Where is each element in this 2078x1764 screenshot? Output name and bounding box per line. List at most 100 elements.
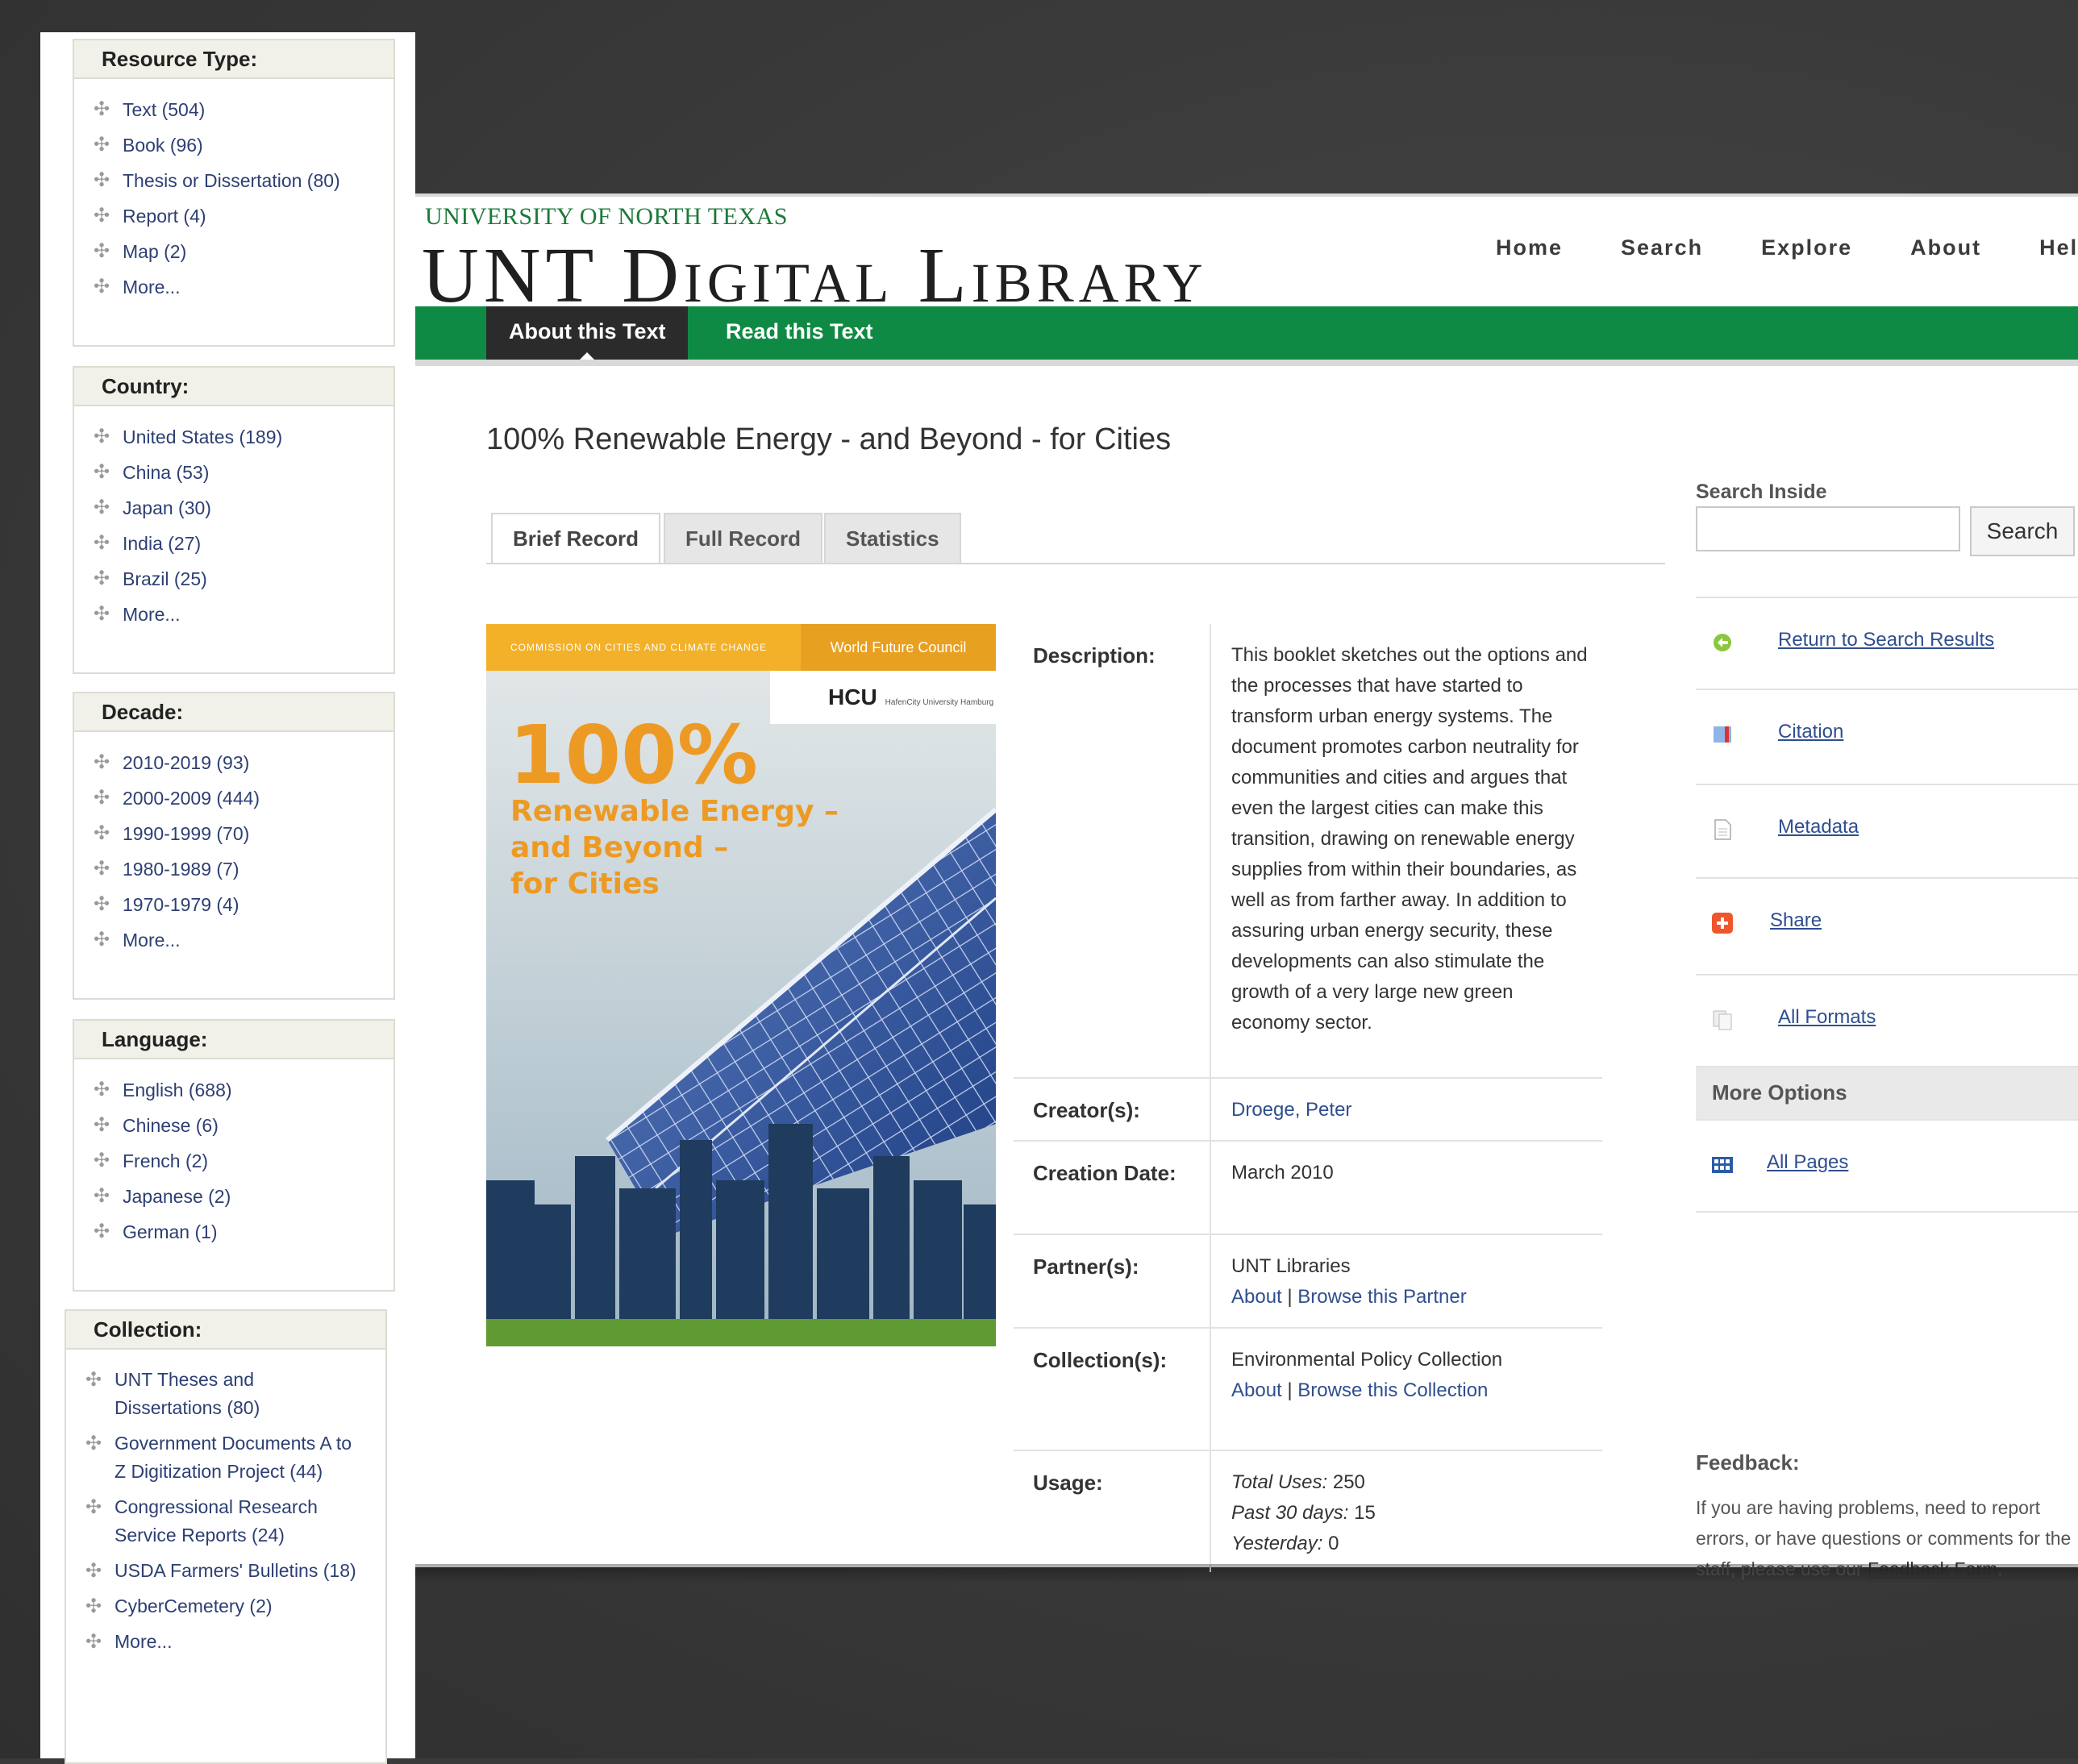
plus-icon: ✣ — [94, 1185, 110, 1207]
facet-country: Country: ✣ United States (189) ✣ China (53… — [73, 366, 395, 674]
plus-icon: ✣ — [94, 134, 110, 156]
plus-icon: ✣ — [94, 1150, 110, 1171]
browse-collection-link[interactable]: Browse this Collection — [1297, 1379, 1488, 1401]
cover-band-text: COMMISSION ON CITIES AND CLIMATE CHANGE — [510, 642, 768, 653]
facet-item[interactable]: ✣ 2010-2019 (93) — [74, 748, 394, 777]
facet-more-link[interactable]: ✣ More... — [74, 273, 394, 302]
facet-item[interactable]: ✣ Government Documents A to Z Digitizatio… — [66, 1429, 385, 1486]
separator: | — [1287, 1286, 1293, 1308]
document-icon — [1714, 819, 1731, 840]
collection-value: Environmental Policy Collection — [1231, 1349, 1503, 1371]
row-partner: Partner(s): UNT Libraries About | Browse… — [1014, 1235, 1602, 1329]
facet-item[interactable]: ✣ 1970-1979 (4) — [74, 890, 394, 919]
all-pages-link[interactable]: All Pages — [1696, 1121, 2078, 1213]
share-link[interactable]: Share — [1696, 879, 2078, 976]
item-subnav: About this Text Read this Text — [415, 306, 2078, 360]
facet-item[interactable]: ✣ 2000-2009 (444) — [74, 784, 394, 813]
creation-date-value: March 2010 — [1210, 1142, 1602, 1234]
plus-icon: ✣ — [94, 1079, 110, 1100]
facet-item[interactable]: ✣ French (2) — [74, 1146, 394, 1175]
description-value: This booklet sketches out the options an… — [1210, 624, 1602, 1077]
plus-icon: ✣ — [94, 240, 110, 262]
facet-language: Language: ✣ English (688) ✣ Chinese (6) ✣ F… — [73, 1019, 395, 1292]
plus-icon: ✣ — [94, 787, 110, 809]
facet-item[interactable]: ✣ USDA Farmers' Bulletins (18) — [66, 1557, 385, 1585]
facet-item[interactable]: ✣ English (688) — [74, 1075, 394, 1105]
facet-item[interactable]: ✣ CyberCemetery (2) — [66, 1592, 385, 1620]
facet-item[interactable]: ✣ Chinese (6) — [74, 1111, 394, 1140]
metadata-link[interactable]: Metadata — [1696, 785, 2078, 879]
creator-link[interactable]: Droege, Peter — [1231, 1099, 1351, 1121]
tab-full-record[interactable]: Full Record — [664, 513, 823, 564]
nav-explore[interactable]: Explore — [1761, 235, 1852, 260]
search-inside-input[interactable] — [1696, 506, 1960, 551]
return-to-results-link[interactable]: Return to Search Results — [1696, 598, 2078, 690]
row-description: Description: This booklet sketches out t… — [1014, 624, 1602, 1079]
facet-item[interactable]: ✣ 1990-1999 (70) — [74, 819, 394, 848]
facet-item[interactable]: ✣ 1980-1989 (7) — [74, 855, 394, 884]
nav-home[interactable]: Home — [1496, 235, 1563, 260]
row-usage: Usage: Total Uses: 250 Past 30 days: 15 … — [1014, 1451, 1602, 1572]
facet-more-link[interactable]: ✣ More... — [74, 600, 394, 629]
facet-item[interactable]: ✣ German (1) — [74, 1217, 394, 1246]
cover-wfc-logo: World Future Council — [801, 624, 996, 671]
cover-thumbnail[interactable]: COMMISSION ON CITIES AND CLIMATE CHANGE … — [486, 624, 996, 1346]
tab-brief-record[interactable]: Brief Record — [491, 513, 661, 564]
search-inside-button[interactable]: Search — [1970, 506, 2075, 556]
plus-icon: ✣ — [94, 893, 110, 915]
row-creator: Creator(s): Droege, Peter — [1014, 1079, 1602, 1142]
facet-title: Language: — [74, 1021, 394, 1059]
plus-icon: ✣ — [94, 751, 110, 773]
partner-label: Partner(s): — [1033, 1254, 1139, 1279]
feedback-heading: Feedback: — [1696, 1450, 1800, 1475]
row-collection: Collection(s): Environmental Policy Coll… — [1014, 1329, 1602, 1451]
row-creation-date: Creation Date: March 2010 — [1014, 1142, 1602, 1235]
partner-about-link[interactable]: About — [1231, 1286, 1282, 1308]
facet-item[interactable]: ✣ Japan (30) — [74, 493, 394, 522]
facet-title: Decade: — [74, 693, 394, 732]
facet-item[interactable]: ✣ UNT Theses and Dissertations (80) — [66, 1366, 385, 1422]
nav-about[interactable]: About — [1910, 235, 1981, 260]
facet-item[interactable]: ✣ Text (504) — [74, 95, 394, 124]
facet-resource-type: Resource Type: ✣ Text (504) ✣ Book (96) ✣ T… — [73, 39, 395, 347]
plus-icon: ✣ — [94, 858, 110, 880]
university-name: UNIVERSITY OF NORTH TEXAS — [425, 203, 788, 230]
tab-statistics[interactable]: Statistics — [824, 513, 961, 564]
cover-hcu-logo: HCU HafenCity University Hamburg — [770, 671, 996, 724]
creator-label: Creator(s): — [1033, 1098, 1140, 1122]
record-page: UNIVERSITY OF NORTH TEXAS UNT Digital Li… — [415, 193, 2078, 1579]
divider — [486, 563, 1665, 564]
facet-decade: Decade: ✣ 2010-2019 (93) ✣ 2000-2009 (444)… — [73, 692, 395, 1000]
facet-item[interactable]: ✣ China (53) — [74, 458, 394, 487]
facet-item[interactable]: ✣ Map (2) — [74, 237, 394, 266]
facet-item[interactable]: ✣ Report (4) — [74, 202, 394, 231]
usage-yesterday: Yesterday: 0 — [1231, 1533, 1339, 1554]
collection-label: Collection(s): — [1033, 1348, 1168, 1372]
plus-icon: ✣ — [94, 497, 110, 518]
plus-icon: ✣ — [94, 1114, 110, 1136]
facet-item[interactable]: ✣ Thesis or Dissertation (80) — [74, 166, 394, 195]
collection-about-link[interactable]: About — [1231, 1379, 1282, 1401]
plus-icon: ✣ — [94, 532, 110, 554]
plus-icon: ✣ — [94, 426, 110, 447]
facet-item[interactable]: ✣ United States (189) — [74, 422, 394, 451]
facet-item[interactable]: ✣ India (27) — [74, 529, 394, 558]
tab-read-this-text[interactable]: Read this Text — [703, 306, 896, 360]
facet-panel: Resource Type: ✣ Text (504) ✣ Book (96) ✣ T… — [40, 32, 415, 1764]
facet-item[interactable]: ✣ Brazil (25) — [74, 564, 394, 593]
facet-more-link[interactable]: ✣ More... — [66, 1628, 385, 1656]
tab-about-this-text[interactable]: About this Text — [486, 306, 689, 360]
citation-link[interactable]: Citation — [1696, 690, 2078, 785]
all-formats-link[interactable]: All Formats — [1696, 976, 2078, 1067]
facet-item[interactable]: ✣ Congressional Research Service Reports … — [66, 1493, 385, 1550]
nav-search[interactable]: Search — [1621, 235, 1703, 260]
creation-date-label: Creation Date: — [1033, 1161, 1176, 1185]
facet-item[interactable]: ✣ Japanese (2) — [74, 1182, 394, 1211]
nav-help[interactable]: Help — [2039, 235, 2078, 260]
plus-icon: ✣ — [94, 205, 110, 227]
cover-title-percent: 100% — [509, 708, 758, 802]
facet-more-link[interactable]: ✣ More... — [74, 926, 394, 955]
plus-icon: ✣ — [94, 461, 110, 483]
facet-item[interactable]: ✣ Book (96) — [74, 131, 394, 160]
browse-partner-link[interactable]: Browse this Partner — [1297, 1286, 1466, 1308]
